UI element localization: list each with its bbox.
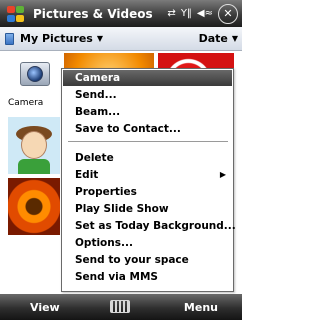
context-menu: Camera Send... Beam... Save to Contact..… <box>61 68 236 292</box>
view-softkey[interactable]: View <box>30 301 60 314</box>
clown-body-shape <box>18 159 50 174</box>
menu-item-play-slide-show[interactable]: Play Slide Show <box>63 201 232 217</box>
menu-separator <box>68 141 228 142</box>
app-title: Pictures & Videos <box>33 6 153 21</box>
chevron-right-icon: ▶ <box>219 170 226 179</box>
signal-icon[interactable]: Y‖ <box>181 8 192 19</box>
keyboard-icon[interactable] <box>110 300 130 313</box>
title-bar: Pictures & Videos ⇄ Y‖ ◀≈ ✕ <box>0 0 242 27</box>
thumbnail-camera[interactable]: Camera <box>8 54 60 114</box>
menu-item-beam[interactable]: Beam... <box>63 104 232 120</box>
menu-item-options[interactable]: Options... <box>63 235 232 251</box>
thumbnail-image[interactable] <box>8 117 60 174</box>
camera-lens-icon <box>27 66 43 82</box>
menu-item-send-via-mms[interactable]: Send via MMS <box>63 269 232 285</box>
chevron-down-icon[interactable]: ▼ <box>232 34 238 43</box>
menu-softkey[interactable]: Menu <box>184 301 218 314</box>
menu-item-save-to-contact[interactable]: Save to Contact... <box>63 121 232 137</box>
sync-icon[interactable]: ⇄ <box>167 8 175 19</box>
menu-item-send-to-space[interactable]: Send to your space <box>63 252 232 268</box>
sort-dropdown[interactable]: Date <box>199 32 228 45</box>
menu-item-label: Edit <box>75 169 99 181</box>
status-icons: ⇄ Y‖ ◀≈ ✕ <box>167 3 238 24</box>
menu-item-delete[interactable]: Delete <box>63 150 232 166</box>
clown-face-shape <box>21 131 47 159</box>
folder-dropdown[interactable]: My Pictures <box>20 32 93 45</box>
chevron-down-icon[interactable]: ▼ <box>97 34 103 43</box>
windows-start-icon[interactable] <box>6 5 26 23</box>
volume-icon[interactable]: ◀≈ <box>197 8 213 19</box>
thumbnail-label: Camera <box>8 98 44 108</box>
menu-item-properties[interactable]: Properties <box>63 184 232 200</box>
thumbnail-image[interactable] <box>8 178 60 235</box>
menu-item-send[interactable]: Send... <box>63 87 232 103</box>
close-button[interactable]: ✕ <box>218 3 238 24</box>
menu-item-set-today-background[interactable]: Set as Today Background... <box>63 218 236 234</box>
folder-toolbar: My Pictures ▼ Date ▼ <box>0 27 242 51</box>
menu-item-camera[interactable]: Camera <box>63 70 232 86</box>
softkey-bar: View Menu <box>0 294 242 320</box>
menu-item-edit[interactable]: Edit ▶ <box>63 167 232 183</box>
folder-icon <box>5 32 14 45</box>
